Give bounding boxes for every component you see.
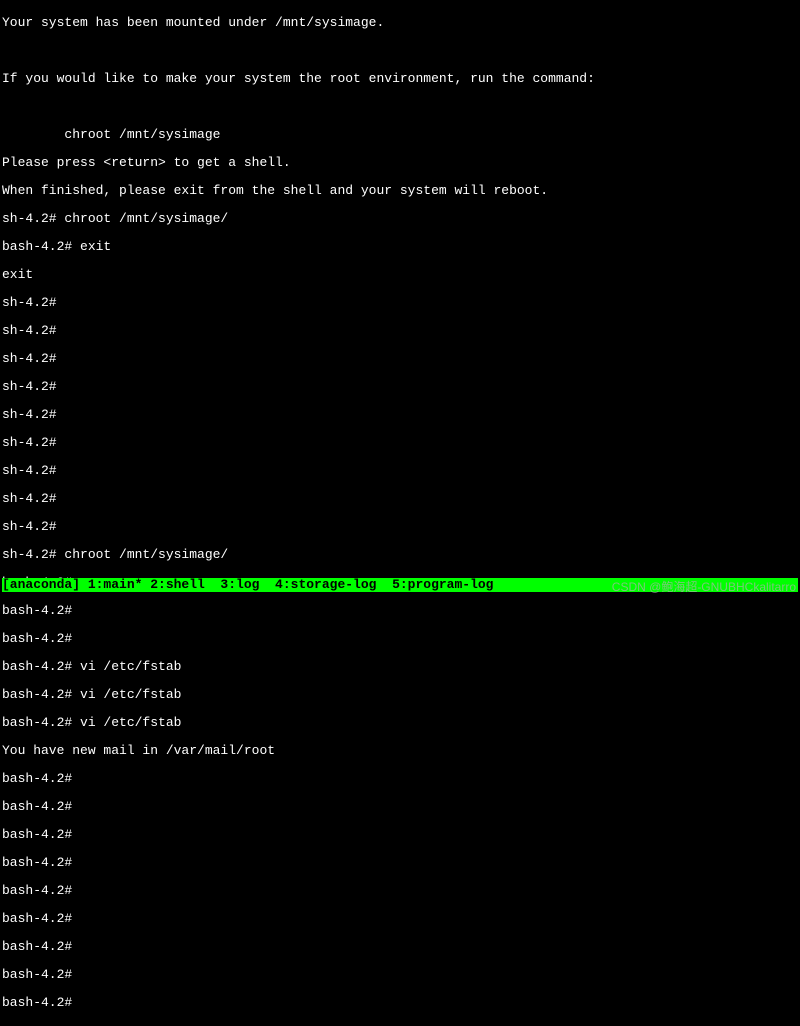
terminal-line: Please press <return> to get a shell. [2, 156, 798, 170]
terminal-line: sh-4.2# [2, 492, 798, 506]
terminal-output[interactable]: Your system has been mounted under /mnt/… [0, 0, 800, 1026]
terminal-line: sh-4.2# [2, 436, 798, 450]
terminal-line: bash-4.2# [2, 856, 798, 870]
terminal-line: sh-4.2# [2, 380, 798, 394]
terminal-line: bash-4.2# exit [2, 240, 798, 254]
terminal-line: bash-4.2# [2, 632, 798, 646]
terminal-line: bash-4.2# vi /etc/fstab [2, 716, 798, 730]
terminal-line: If you would like to make your system th… [2, 72, 798, 86]
terminal-line: bash-4.2# [2, 884, 798, 898]
terminal-line [2, 44, 798, 58]
terminal-line: bash-4.2# [2, 604, 798, 618]
terminal-line: bash-4.2# [2, 968, 798, 982]
terminal-line: exit [2, 268, 798, 282]
terminal-line: When finished, please exit from the shel… [2, 184, 798, 198]
terminal-line: sh-4.2# [2, 520, 798, 534]
terminal-line: bash-4.2# [2, 912, 798, 926]
terminal-line: You have new mail in /var/mail/root [2, 744, 798, 758]
terminal-line: bash-4.2# vi /etc/fstab [2, 688, 798, 702]
terminal-line: bash-4.2# [2, 996, 798, 1010]
terminal-line: Your system has been mounted under /mnt/… [2, 16, 798, 30]
terminal-line: sh-4.2# [2, 296, 798, 310]
terminal-line: bash-4.2# [2, 772, 798, 786]
terminal-line: sh-4.2# [2, 408, 798, 422]
terminal-line: chroot /mnt/sysimage [2, 128, 798, 142]
terminal-line: bash-4.2# [2, 940, 798, 954]
terminal-line: bash-4.2# vi /etc/fstab [2, 660, 798, 674]
terminal-line [2, 100, 798, 114]
terminal-line: sh-4.2# [2, 324, 798, 338]
terminal-line: sh-4.2# chroot /mnt/sysimage/ [2, 212, 798, 226]
terminal-line: sh-4.2# [2, 464, 798, 478]
terminal-line: bash-4.2# [2, 828, 798, 842]
terminal-line: sh-4.2# chroot /mnt/sysimage/ [2, 548, 798, 562]
terminal-line: sh-4.2# [2, 352, 798, 366]
terminal-line: bash-4.2# [2, 800, 798, 814]
watermark-text: CSDN @鲍海超-GNUBHCkalitarro [612, 580, 796, 594]
